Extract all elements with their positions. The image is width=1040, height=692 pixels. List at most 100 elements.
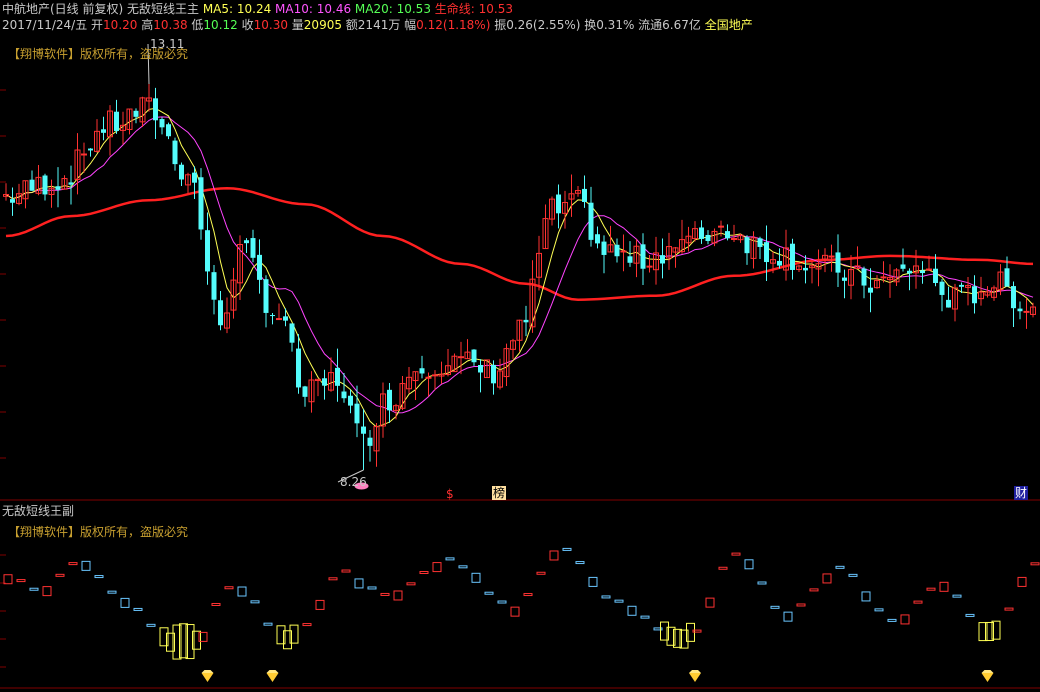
- candle-body: [699, 227, 704, 239]
- sub-box: [874, 608, 884, 612]
- candle-body: [211, 272, 217, 300]
- candle-body: [972, 286, 977, 304]
- candle: [432, 370, 438, 391]
- candle-body: [900, 264, 906, 269]
- candle: [582, 175, 587, 208]
- candle: [920, 261, 925, 284]
- stock-chart[interactable]: [0, 0, 1040, 692]
- candle: [471, 349, 477, 366]
- candle: [380, 382, 386, 438]
- candle: [335, 348, 340, 402]
- sub-box: [81, 560, 91, 571]
- candle-body: [777, 260, 782, 266]
- candle: [88, 148, 93, 157]
- candle: [874, 275, 880, 289]
- header-segment: 10.20: [103, 18, 142, 32]
- sub-box: [133, 607, 143, 611]
- candle-body: [218, 300, 223, 326]
- candle-body: [42, 175, 48, 195]
- sub-box: [1004, 607, 1014, 611]
- life-line-path: [5, 187, 1034, 301]
- candle-body: [198, 177, 204, 230]
- header-segment: 流通6.67亿: [638, 18, 705, 32]
- candle: [556, 184, 561, 229]
- candle: [783, 229, 789, 281]
- life-line: [5, 187, 1034, 301]
- candle: [250, 229, 256, 263]
- candle-body: [731, 237, 737, 240]
- candle: [270, 312, 275, 325]
- sub-box: [887, 618, 897, 622]
- candle-body: [744, 237, 750, 254]
- candle-body: [660, 255, 665, 264]
- candle-body: [289, 323, 295, 343]
- sub-box: [315, 599, 325, 610]
- sub-box: [3, 574, 13, 585]
- candle-body: [172, 140, 178, 165]
- candle-body: [803, 267, 808, 271]
- candle: [276, 303, 282, 321]
- sub-box: [731, 552, 741, 556]
- candle: [412, 371, 419, 401]
- sub-box: [471, 572, 481, 583]
- cai-marker[interactable]: 财: [1014, 486, 1029, 500]
- candle-body: [1017, 308, 1023, 312]
- header-segment: 高: [141, 18, 154, 32]
- candle-body: [959, 284, 964, 287]
- candle: [653, 236, 659, 285]
- candle-body: [614, 244, 620, 257]
- candle-body: [718, 225, 724, 228]
- candle: [185, 172, 191, 194]
- candle-body: [757, 238, 763, 247]
- sub-box: [757, 581, 767, 585]
- candle: [614, 238, 620, 263]
- sub-box: [627, 605, 637, 616]
- sub-indicator-series[interactable]: [3, 547, 1040, 660]
- sub-box: [328, 577, 338, 581]
- candle: [302, 385, 308, 407]
- diamond-body: [981, 673, 994, 682]
- sub-box: [341, 569, 351, 573]
- header-segment: 开: [91, 18, 104, 32]
- bang-marker[interactable]: 榜: [492, 486, 507, 500]
- candle: [224, 297, 230, 334]
- candle-body: [620, 250, 627, 253]
- sub-box: [263, 622, 273, 626]
- sub-box: [354, 578, 364, 589]
- candle-body: [159, 119, 165, 128]
- low-price-label: 8.26: [340, 475, 367, 489]
- candle: [796, 264, 802, 273]
- candle-body: [354, 403, 360, 424]
- candle: [868, 268, 873, 313]
- candle: [373, 423, 380, 467]
- sub-box: [575, 561, 585, 565]
- candle-body: [133, 110, 139, 117]
- dollar-marker[interactable]: $: [446, 487, 454, 501]
- candle: [737, 233, 744, 243]
- candle: [438, 361, 445, 384]
- sub-box: [796, 603, 806, 607]
- candle-body: [335, 367, 340, 386]
- sub-box: [458, 565, 468, 569]
- sub-box: [146, 623, 156, 627]
- header-line-1: 中航地产(日线 前复权) 无敌短线王主 MA5: 10.24 MA10: 10.…: [2, 2, 513, 16]
- candle: [263, 275, 269, 328]
- sub-box: [562, 547, 572, 551]
- candle-body: [939, 281, 945, 295]
- candle: [257, 239, 262, 294]
- sub-box: [510, 606, 520, 617]
- sub-box: [16, 579, 26, 583]
- candle: [107, 105, 113, 156]
- candlestick-series[interactable]: [3, 84, 1036, 470]
- candle-body: [861, 268, 867, 286]
- candle: [620, 234, 627, 272]
- candle-body: [101, 129, 106, 133]
- candle: [880, 261, 887, 283]
- candle: [588, 186, 594, 247]
- candle: [757, 236, 763, 259]
- candle: [464, 339, 471, 360]
- candle: [575, 185, 581, 197]
- candle: [861, 266, 867, 299]
- candle: [296, 334, 301, 394]
- sub-box: [29, 587, 39, 591]
